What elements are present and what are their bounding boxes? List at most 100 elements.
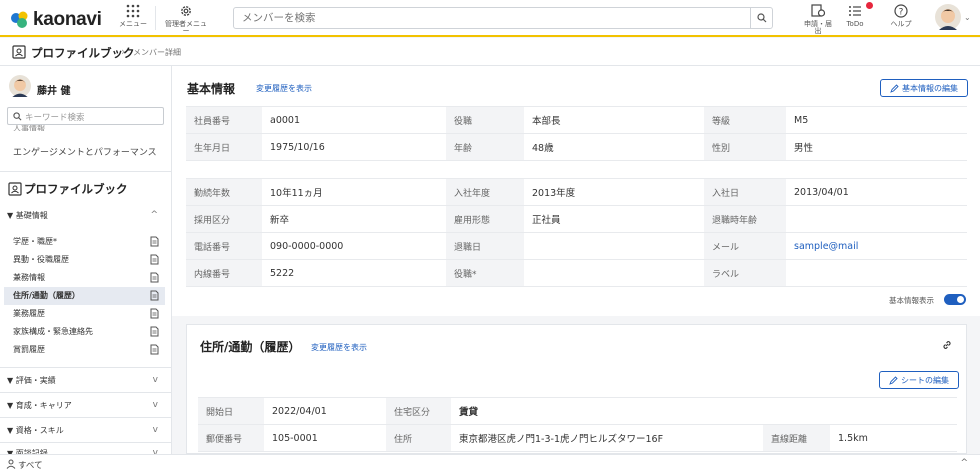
label-retire-date: 退職日 [446,232,524,260]
keyword-search-placeholder: キーワード検索 [25,113,85,123]
footer-all-label[interactable]: すべて [18,459,43,471]
label-position: 役職 [446,106,524,134]
document-icon [150,254,159,265]
apply-button[interactable]: 申請・届出 [801,4,835,35]
label-postal-code: 郵便番号 [198,424,264,452]
value-tenure: 10年11ヵ月 [262,178,446,206]
sidebar-item-address[interactable]: 住所/通勤（履歴） [4,287,165,305]
search-button[interactable] [750,8,772,28]
main-content: 基本情報 変更履歴を表示 基本情報の編集 社員番号 a0001 役職 本部長 等… [172,66,980,454]
basic-info-history-link[interactable]: 変更履歴を表示 [256,83,312,94]
sidebar-item-awards[interactable]: 賞罰履歴 [4,341,165,359]
document-icon [150,236,159,247]
label-grade: 等級 [704,106,786,134]
sidebar-item-family[interactable]: 家族構成・緊急連絡先 [4,323,165,341]
admin-menu-button[interactable]: 管理者メニュー [162,4,210,35]
section-career[interactable]: ▼ 育成・キャリア v [7,400,165,411]
user-avatar[interactable] [935,4,961,33]
help-button[interactable]: ? ヘルプ [886,4,916,28]
value-employee-id: a0001 [262,106,446,134]
address-history-link[interactable]: 変更履歴を表示 [311,342,367,353]
label-employment-type: 雇用形態 [446,205,524,233]
chevron-up-icon[interactable]: ^ [960,458,968,468]
link-icon[interactable] [941,339,953,351]
table-row: 生年月日 1975/10/16 年齢 48歳 性別 男性 [186,133,967,161]
label-tenure: 勤続年数 [186,178,262,206]
table-row: 開始日 2022/04/01 住宅区分 賃貸 [198,397,957,425]
sidebar-item-transfer[interactable]: 異動・役職履歴 [4,251,165,269]
member-search [233,7,773,29]
profilebook-icon [12,45,26,59]
keyword-search[interactable]: キーワード検索 [7,107,164,125]
section-label: ▼ 評価・実績 [7,376,56,385]
section-evaluation[interactable]: ▼ 評価・実績 v [7,375,165,386]
divider [0,417,171,418]
document-icon [150,326,159,337]
help-icon: ? [894,4,908,18]
label-retire-age: 退職時年齢 [704,205,786,233]
basic-info-table-1: 社員番号 a0001 役職 本部長 等級 M5 生年月日 1975/10/16 … [186,106,967,161]
value-label [786,259,967,287]
edit-basic-info-label: 基本情報の編集 [902,83,958,93]
sidebar: 藤井 健 キーワード検索 人事情報 エンゲージメントとパフォーマンス プロファイ… [0,66,172,473]
section-basic-info[interactable]: ▼ 基礎情報 ^ [7,210,165,221]
label-hire-type: 採用区分 [186,205,262,233]
basic-info-table-2: 勤続年数 10年11ヵ月 入社年度 2013年度 入社日 2013/04/01 … [186,178,967,287]
section-label: ▼ 育成・キャリア [7,401,72,410]
sidebar-item-education[interactable]: 学歴・職歴* [4,233,165,251]
value-housing-type: 賃貸 [451,397,763,425]
empty-cell [763,397,830,425]
label-address: 住所 [386,424,451,452]
divider [0,392,171,393]
breadcrumb-separator: › [121,45,126,58]
label-extension: 内線番号 [186,259,262,287]
value-grade: M5 [786,106,967,134]
gear-icon [181,6,191,16]
member-avatar [9,75,31,97]
value-address: 東京都港区虎ノ門1-3-1虎ノ門ヒルズタワー16F [451,424,763,452]
breadcrumb: プロファイルブック › メンバー詳細 [0,38,980,66]
divider [0,367,171,368]
document-icon [150,272,159,283]
member-search-input[interactable] [234,8,749,28]
edit-sheet-label: シートの編集 [901,375,949,385]
value-age: 48歳 [524,133,704,161]
value-position: 本部長 [524,106,704,134]
breadcrumb-current: メンバー詳細 [133,48,181,57]
value-retire-date [524,232,704,260]
menu-button[interactable]: メニュー [116,4,150,28]
breadcrumb-main[interactable]: プロファイルブック [31,45,135,61]
table-row: 内線番号 5222 役職* ラベル [186,259,967,287]
address-title: 住所/通勤（履歴） [200,340,301,354]
table-row: 電話番号 090-0000-0000 退職日 メール sample@mail [186,232,967,260]
document-stamp-icon [811,4,826,17]
email-link[interactable]: sample@mail [786,232,967,260]
chevron-down-icon: v [152,375,158,385]
chevron-up-icon: ^ [150,210,158,220]
sidebar-item-label: 兼務情報 [13,273,45,282]
sidebar-item-concurrent[interactable]: 兼務情報 [4,269,165,287]
divider [0,442,171,443]
value-phone: 090-0000-0000 [262,232,446,260]
kaonavi-logo[interactable]: kaonavi [10,9,102,31]
edit-sheet-button[interactable]: シートの編集 [879,371,959,389]
sidebar-item-engagement[interactable]: エンゲージメントとパフォーマンス [13,145,157,158]
section-skills[interactable]: ▼ 資格・スキル v [7,425,165,436]
chevron-down-icon: v [152,425,158,435]
pencil-icon [889,375,898,385]
sidebar-item-work-history[interactable]: 業務履歴 [4,305,165,323]
todo-button[interactable]: ToDo [840,4,870,28]
sidebar-item-cut[interactable]: 人事情報 [13,125,45,131]
table-row: 採用区分 新卒 雇用形態 正社員 退職時年齢 [186,205,967,233]
sidebar-item-label: 異動・役職履歴 [13,255,69,264]
top-bar: kaonavi メニュー 管理者メニュー 申請・届出 ToDo [0,0,980,37]
basic-info-toggle[interactable] [944,294,966,305]
chevron-down-icon[interactable]: ⌄ [964,13,971,22]
member-name: 藤井 健 [37,86,71,97]
logo-text: kaonavi [33,9,102,30]
section-label: ▼ 資格・スキル [7,426,64,435]
footer-bar: すべて ^ [0,454,980,473]
label-age: 年齢 [446,133,524,161]
edit-basic-info-button[interactable]: 基本情報の編集 [880,79,968,97]
value-birthdate: 1975/10/16 [262,133,446,161]
